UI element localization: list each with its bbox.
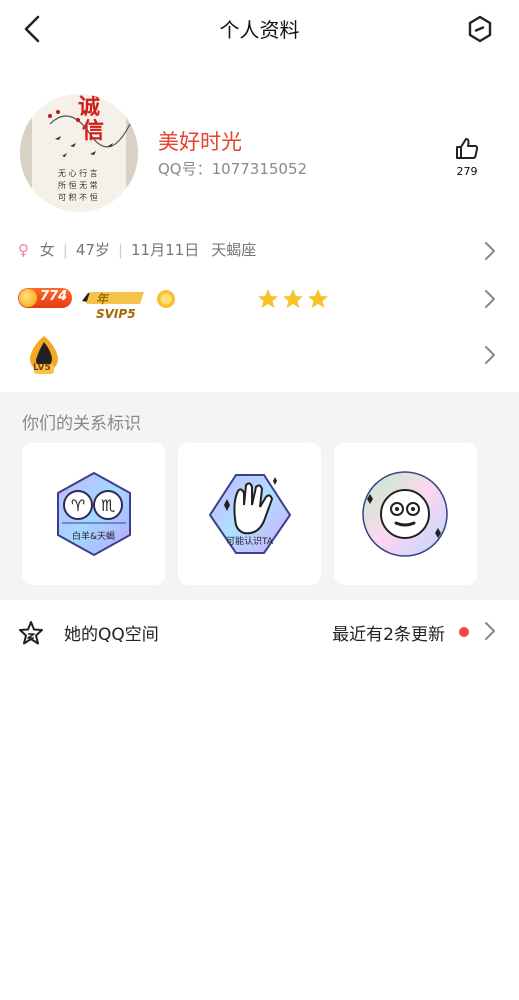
svg-text:信: 信 bbox=[82, 118, 104, 144]
age: 47岁 bbox=[75, 241, 110, 259]
svg-text:♈: ♈ bbox=[71, 496, 85, 515]
svg-text:所 恒 无 常: 所 恒 无 常 bbox=[58, 180, 98, 190]
relation-card-label: 可能认识TA bbox=[226, 537, 273, 547]
chevron-right-icon bbox=[485, 242, 495, 260]
star-outline-icon bbox=[19, 621, 43, 645]
nickname: 美好时光 bbox=[158, 130, 242, 154]
avatar[interactable]: 诚 信 无 心 行 言 所 恒 无 常 可 积 不 恒 bbox=[20, 94, 138, 212]
page-title: 个人资料 bbox=[219, 18, 300, 42]
svg-text:可 积 不 恒: 可 积 不 恒 bbox=[58, 192, 98, 202]
top-bar: 个人资料 bbox=[0, 0, 519, 56]
qzone-update-text: 最近有2条更新 bbox=[332, 625, 445, 645]
svg-text:无 心 行 言: 无 心 行 言 bbox=[58, 168, 98, 178]
smiley-face-icon bbox=[362, 471, 448, 557]
like-button[interactable]: 279 bbox=[453, 136, 481, 178]
birthday: 11月11日 bbox=[131, 241, 200, 259]
honor-level-label: LV5 bbox=[33, 363, 51, 373]
relationship-title: 你们的关系标识 bbox=[22, 414, 141, 434]
relation-card-label: 白羊&天蝎 bbox=[71, 532, 116, 542]
hexagon-settings-icon[interactable] bbox=[465, 14, 495, 44]
relation-card-special[interactable] bbox=[334, 443, 477, 585]
star-icon bbox=[258, 289, 278, 308]
relation-card-acquaintance[interactable]: 可能认识TA bbox=[178, 443, 321, 585]
thumbs-up-icon bbox=[456, 138, 479, 159]
qq-level-icons bbox=[157, 289, 328, 309]
moon-icon bbox=[212, 290, 225, 309]
waving-hand-icon bbox=[208, 474, 292, 554]
female-icon: ♀ bbox=[18, 241, 29, 259]
unread-dot bbox=[459, 627, 469, 637]
moon-icon bbox=[187, 290, 200, 309]
svip-label: 年SVIP5 bbox=[96, 292, 136, 321]
level-badge: 774 bbox=[18, 288, 72, 308]
coin-icon bbox=[19, 289, 37, 307]
relationship-section: 你们的关系标识 ♈ ♏ 白羊&天蝎 可能认识TA bbox=[0, 392, 519, 600]
basic-info-row[interactable]: ♀ 女 | 47岁 | 11月11日 天蝎座 bbox=[0, 232, 519, 268]
chevron-right-icon bbox=[485, 290, 495, 308]
star-icon bbox=[283, 289, 303, 308]
star-icon bbox=[308, 289, 328, 308]
chevron-right-icon bbox=[485, 622, 495, 640]
honor-row[interactable]: LV5 bbox=[0, 330, 519, 380]
like-count: 279 bbox=[456, 165, 478, 178]
level-number: 774 bbox=[40, 289, 68, 304]
avatar-image: 诚 信 无 心 行 言 所 恒 无 常 可 积 不 恒 bbox=[20, 94, 138, 212]
relation-card-zodiac[interactable]: ♈ ♏ 白羊&天蝎 bbox=[22, 443, 165, 585]
svip-badge: 年SVIP5 bbox=[82, 289, 146, 321]
svg-text:诚: 诚 bbox=[78, 94, 100, 120]
svg-text:♏: ♏ bbox=[101, 496, 115, 515]
qzone-label: 她的QQ空间 bbox=[64, 625, 159, 645]
qzone-row[interactable]: 她的QQ空间 最近有2条更新 bbox=[0, 600, 519, 664]
badge-row[interactable]: 774 年SVIP5 bbox=[0, 282, 519, 321]
aries-scorpio-icon: ♈ ♏ bbox=[57, 471, 131, 557]
moon-icon bbox=[237, 290, 250, 309]
gender: 女 bbox=[39, 241, 55, 259]
chevron-right-icon bbox=[485, 346, 495, 364]
zodiac: 天蝎座 bbox=[211, 241, 257, 259]
profile-header: 诚 信 无 心 行 言 所 恒 无 常 可 积 不 恒 美好时光 QQ号：107… bbox=[0, 56, 519, 226]
qq-number: QQ号：1077315052 bbox=[158, 160, 308, 178]
sun-icon bbox=[157, 290, 175, 308]
